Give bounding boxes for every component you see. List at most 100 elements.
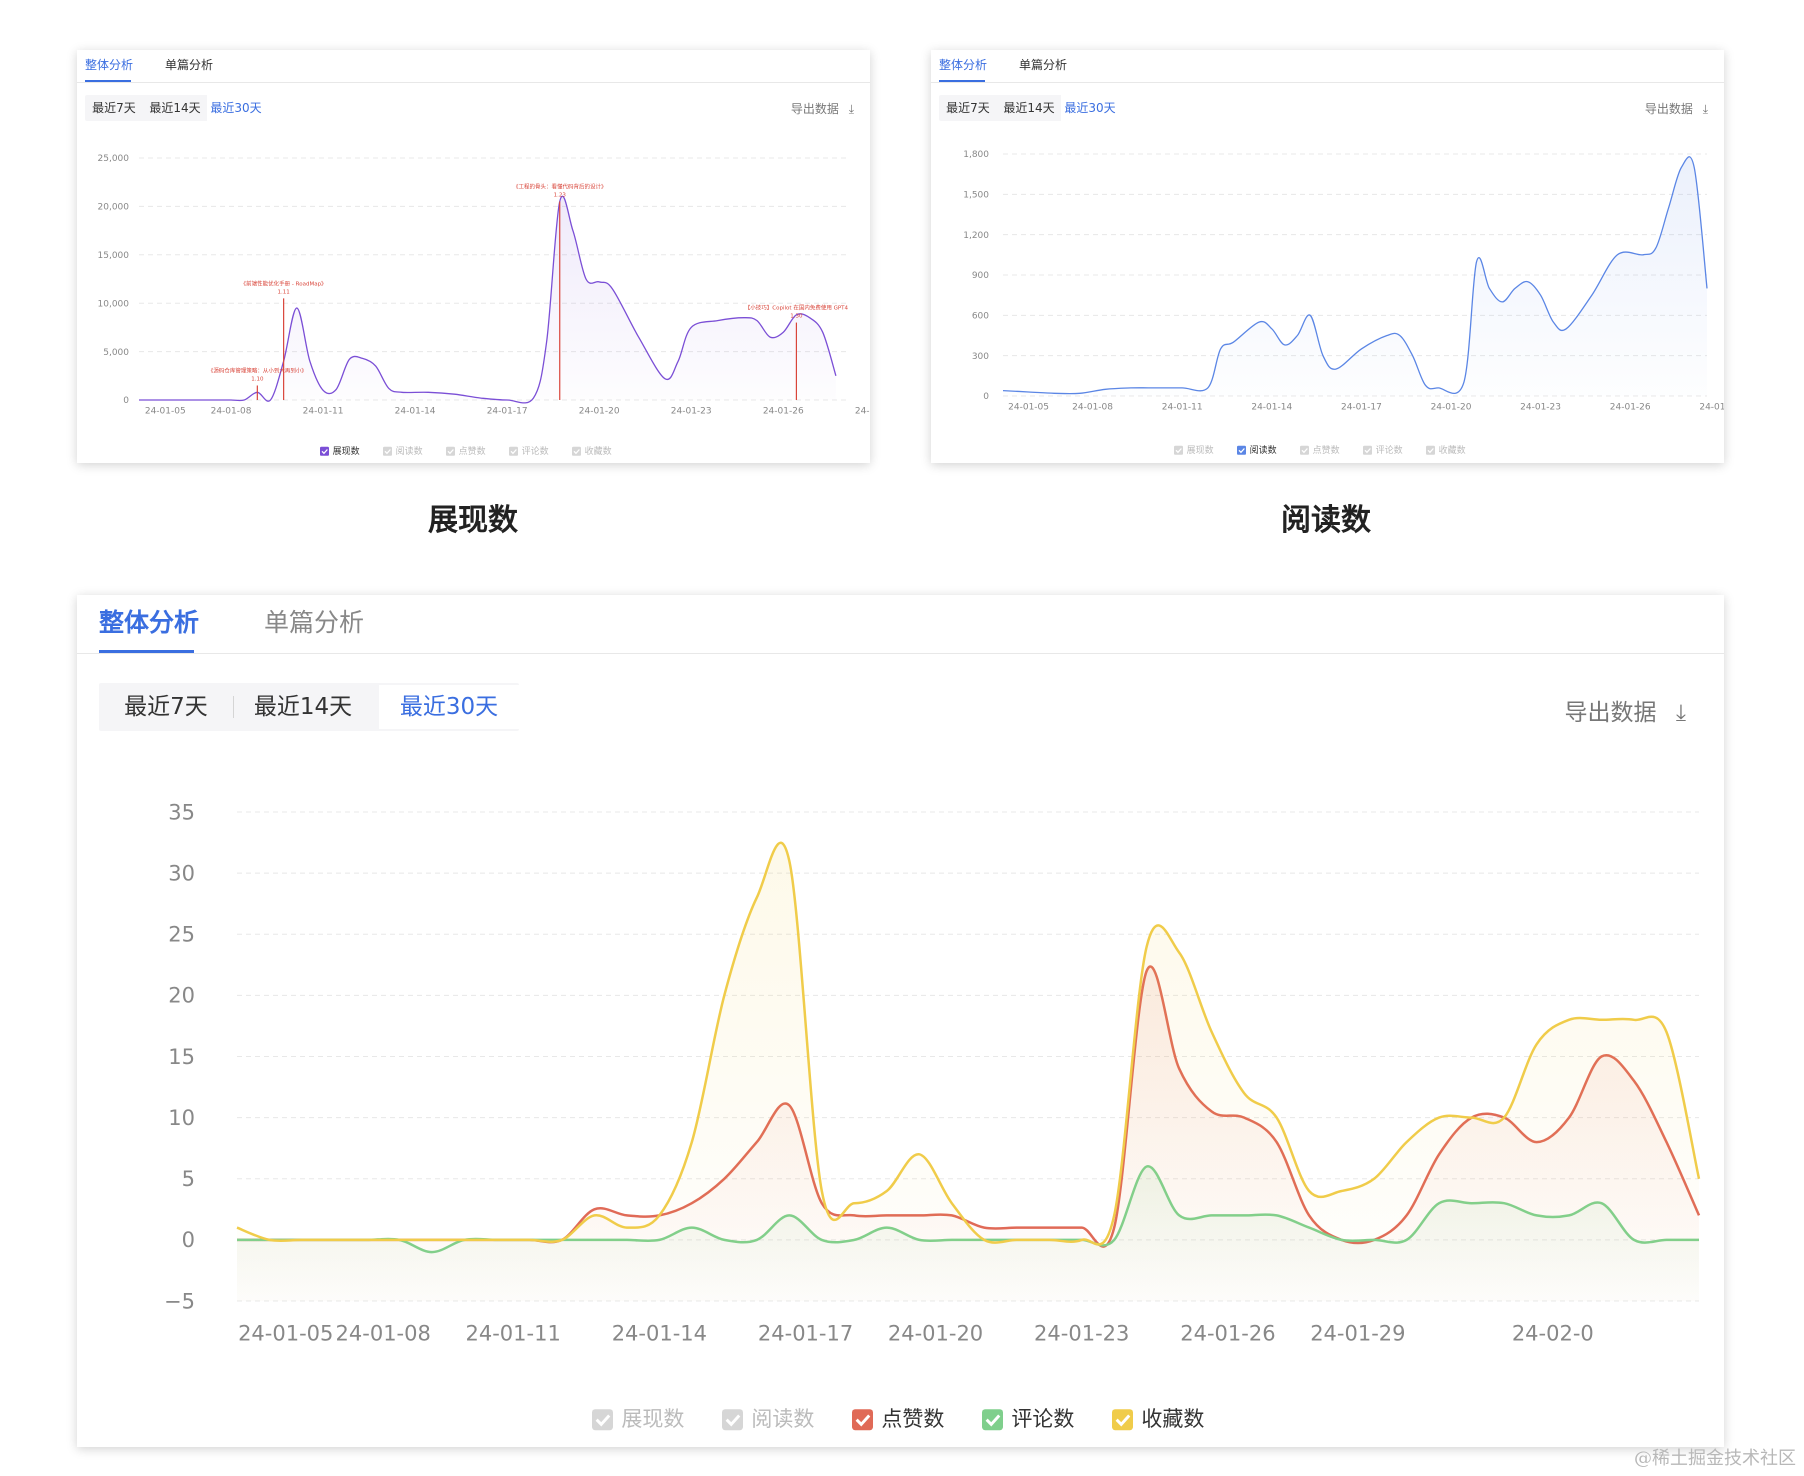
reads-panel: 整体分析 单篇分析 最近7天 最近14天 最近30天 导出数据 ⤓ 0 300 60…	[931, 50, 1724, 463]
checkbox-icon[interactable]	[1112, 1409, 1133, 1431]
x-tick-label: 24-01-17	[758, 1322, 853, 1346]
y-tick-label: 35	[168, 800, 195, 824]
checkbox-icon[interactable]	[383, 446, 392, 456]
checkbox-icon[interactable]	[509, 446, 518, 456]
legend-label: 收藏数	[1439, 444, 1466, 456]
x-tick-label: 24-01-14	[612, 1322, 707, 1346]
x-tick-label: 24-01-23	[1034, 1322, 1129, 1346]
x-tick-label: 24-01-05	[145, 406, 186, 416]
x-tick-label: 24-01-29	[1310, 1322, 1405, 1346]
x-tick-label: 24-01-26	[763, 406, 804, 416]
annotation-title: 《前端性能优化手册 - RoadMap》	[241, 279, 327, 287]
legend-label: 点赞数	[459, 445, 486, 457]
checkbox-icon[interactable]	[1363, 445, 1372, 455]
legend-item[interactable]: 收藏数	[1112, 1407, 1204, 1431]
legend-label: 展现数	[1187, 444, 1214, 456]
checkbox-icon[interactable]	[1300, 445, 1309, 455]
y-tick-label: 0	[182, 1228, 195, 1252]
checkbox-icon[interactable]	[446, 446, 455, 456]
legend-label: 阅读数	[751, 1407, 814, 1431]
legend-item[interactable]: 评论数	[1363, 444, 1403, 456]
x-tick-label: 24-01-11	[303, 406, 344, 416]
annotation-date: 1.10	[251, 376, 264, 382]
x-tick-label: 24-01-26	[1180, 1322, 1275, 1346]
legend-item[interactable]: 评论数	[509, 445, 549, 457]
x-tick-label: 24-01-26	[1610, 402, 1651, 412]
y-tick-label: 30	[168, 861, 195, 885]
y-tick-label: 5,000	[103, 348, 129, 358]
y-tick-label: 10,000	[98, 299, 130, 309]
y-tick-label: 900	[972, 271, 989, 281]
legend-item[interactable]: 收藏数	[572, 445, 612, 457]
x-tick-label: 24-01-23	[1520, 402, 1561, 412]
legend-item[interactable]: 点赞数	[1300, 444, 1340, 456]
y-tick-label: 15	[168, 1045, 195, 1069]
annotation-title: 《工程的骨头：看懂代码背后的设计》	[513, 183, 607, 191]
y-tick-label: 1,800	[963, 150, 989, 160]
legend-label: 评论数	[522, 445, 549, 457]
x-tick-label: 24-02-0	[1512, 1322, 1594, 1346]
reads-caption: 阅读数	[1281, 503, 1371, 538]
x-tick-label: 24-01-20	[888, 1322, 983, 1346]
legend-label: 展现数	[333, 445, 360, 457]
legend-label: 阅读数	[1250, 444, 1277, 456]
x-tick-label: 24-01-11	[1162, 402, 1203, 412]
annotation-date: 1.30	[790, 314, 803, 320]
annotation-title: 【小技巧】Copilot 在国内免费使用 GPT4	[745, 304, 849, 312]
checkbox-icon[interactable]	[320, 446, 329, 456]
y-tick-label: 25,000	[98, 154, 130, 164]
legend-item[interactable]: 展现数	[320, 445, 360, 457]
legend-item[interactable]: 阅读数	[383, 445, 423, 457]
y-tick-label: 1,200	[963, 231, 989, 241]
checkbox-icon[interactable]	[572, 446, 581, 456]
x-tick-label: 24-01-11	[465, 1322, 560, 1346]
x-tick-label: 24-01-08	[211, 406, 252, 416]
series-area	[237, 842, 1699, 1301]
y-tick-label: 0	[123, 396, 129, 406]
x-tick-label: 24-01-14	[1251, 402, 1292, 412]
y-tick-label: 1,500	[963, 190, 989, 200]
checkbox-icon[interactable]	[852, 1409, 873, 1431]
checkbox-icon[interactable]	[722, 1409, 743, 1431]
checkbox-icon[interactable]	[1237, 445, 1246, 455]
x-tick-label: 24-01-20	[1431, 402, 1472, 412]
y-tick-label: 300	[972, 352, 989, 362]
legend-item[interactable]: 展现数	[592, 1407, 684, 1431]
legend-item[interactable]: 收藏数	[1426, 444, 1466, 456]
reads-chart: 0 300 600 900 1,200 1,500 1,800 24-01-05 24-01-0…	[963, 150, 1724, 456]
x-tick-label: 24-01-20	[579, 406, 620, 416]
x-tick-label: 24-01-05	[1008, 402, 1049, 412]
y-tick-label: 10	[168, 1106, 195, 1130]
checkbox-icon[interactable]	[1426, 445, 1435, 455]
watermark: @稀土掘金技术社区	[1634, 1448, 1796, 1469]
y-tick-label: 15,000	[98, 251, 130, 261]
y-tick-label: 20	[168, 984, 195, 1008]
checkbox-icon[interactable]	[592, 1409, 613, 1431]
legend-label: 展现数	[621, 1407, 684, 1431]
legend-label: 点赞数	[881, 1407, 944, 1431]
x-tick-label: 24-01-29	[855, 406, 870, 416]
impressions-caption: 展现数	[428, 503, 518, 538]
engagement-chart: −5 0 5 10 15 20 25 30 35 24-01-05 24-01-08 24-01-11…	[164, 800, 1701, 1431]
x-tick-label: 24-01-08	[336, 1322, 431, 1346]
impressions-chart: 0 5,000 10,000 15,000 20,000 25,000 24-01-05 24…	[98, 154, 871, 457]
y-tick-label: 5	[182, 1167, 195, 1191]
checkbox-icon[interactable]	[982, 1409, 1003, 1431]
x-tick-label: 24-01-14	[395, 406, 436, 416]
x-tick-label: 24-01-05	[238, 1322, 333, 1346]
legend-item[interactable]: 阅读数	[722, 1407, 814, 1431]
legend-label: 评论数	[1376, 444, 1403, 456]
x-tick-label: 24-01-17	[487, 406, 528, 416]
x-tick-label: 24-01-29	[1699, 402, 1724, 412]
legend-item[interactable]: 评论数	[982, 1407, 1074, 1431]
checkbox-icon[interactable]	[1174, 445, 1183, 455]
legend-item[interactable]: 点赞数	[852, 1407, 944, 1431]
legend-label: 收藏数	[585, 445, 612, 457]
legend-item[interactable]: 展现数	[1174, 444, 1214, 456]
legend-label: 阅读数	[396, 445, 423, 457]
legend-item[interactable]: 阅读数	[1237, 444, 1277, 456]
y-tick-label: 20,000	[98, 203, 130, 213]
annotation-date: 1.11	[278, 289, 290, 295]
annotation-title: 《源码仓库管理策略：从小到大再到小》	[208, 366, 307, 374]
legend-item[interactable]: 点赞数	[446, 445, 486, 457]
